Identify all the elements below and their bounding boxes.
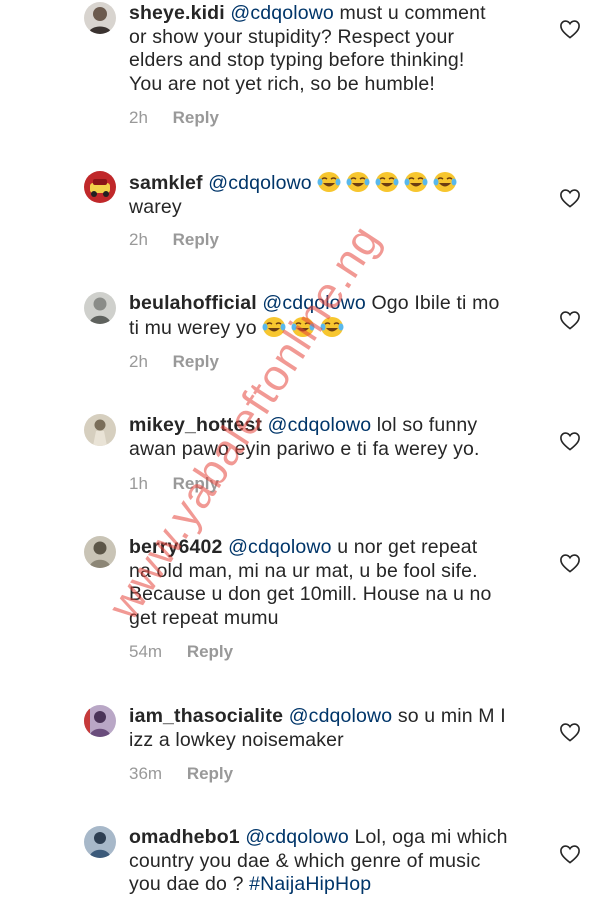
comment-meta: 2h Reply: [129, 352, 219, 372]
comment-mention[interactable]: @cdqolowo: [208, 172, 312, 194]
reply-button[interactable]: Reply: [187, 642, 233, 662]
comment-timestamp: 2h: [129, 230, 148, 249]
face-with-tears-of-joy-icon: [433, 172, 457, 192]
heart-outline-icon[interactable]: [559, 844, 581, 864]
reply-button[interactable]: Reply: [173, 108, 219, 128]
heart-outline-icon[interactable]: [559, 19, 581, 39]
avatar[interactable]: [84, 705, 116, 737]
avatar[interactable]: [84, 826, 116, 858]
comment-username[interactable]: iam_thasocialite: [129, 705, 283, 727]
heart-outline-icon[interactable]: [559, 553, 581, 573]
comment-body: warey: [129, 195, 182, 218]
avatar[interactable]: [84, 171, 116, 203]
comment-mention[interactable]: @cdqolowo: [230, 2, 334, 24]
comment-mention[interactable]: @cdqolowo: [228, 536, 332, 558]
avatar[interactable]: [84, 2, 116, 34]
comment-mention[interactable]: @cdqolowo: [268, 414, 372, 436]
avatar[interactable]: [84, 292, 116, 324]
comment-timestamp: 54m: [129, 642, 163, 661]
reply-button[interactable]: Reply: [173, 230, 219, 250]
comment-mention[interactable]: @cdqolowo: [245, 826, 349, 848]
comment-text: omadhebo1 @cdqolowo Lol, oga mi which co…: [129, 826, 529, 897]
comment-mention[interactable]: @cdqolowo: [289, 705, 393, 727]
heart-outline-icon[interactable]: [559, 188, 581, 208]
comment-text: samklef @cdqolowo warey: [129, 171, 529, 219]
comment-username[interactable]: omadhebo1: [129, 826, 240, 848]
heart-outline-icon[interactable]: [559, 431, 581, 451]
emoji-group: [317, 172, 462, 194]
comment-timestamp: 2h: [129, 352, 148, 371]
comment-meta: 2h Reply: [129, 108, 219, 128]
comment-hashtag[interactable]: #NaijaHipHop: [249, 873, 371, 895]
face-with-tears-of-joy-icon: [404, 172, 428, 192]
comment-text: sheye.kidi @cdqolowo must u comment or s…: [129, 2, 529, 96]
comment-username[interactable]: samklef: [129, 172, 203, 194]
comment-text: mikey_hottest @cdqolowo lol so funny awa…: [129, 414, 529, 461]
reply-button[interactable]: Reply: [173, 352, 219, 372]
face-with-tears-of-joy-icon: [346, 172, 370, 192]
face-with-tears-of-joy-icon: [375, 172, 399, 192]
comment-timestamp: 2h: [129, 108, 148, 127]
face-with-tears-of-joy-icon: [317, 172, 341, 192]
reply-button[interactable]: Reply: [187, 764, 233, 784]
comment-timestamp: 1h: [129, 474, 148, 493]
comment-timestamp: 36m: [129, 764, 163, 783]
heart-outline-icon[interactable]: [559, 310, 581, 330]
avatar[interactable]: [84, 414, 116, 446]
comment-meta: 36m Reply: [129, 764, 233, 784]
avatar[interactable]: [84, 536, 116, 568]
comment-username[interactable]: beulahofficial: [129, 292, 257, 314]
comment-username[interactable]: sheye.kidi: [129, 2, 225, 24]
comment-text: iam_thasocialite @cdqolowo so u min M I …: [129, 705, 529, 752]
comment-meta: 54m Reply: [129, 642, 233, 662]
comment-meta: 2h Reply: [129, 230, 219, 250]
heart-outline-icon[interactable]: [559, 722, 581, 742]
